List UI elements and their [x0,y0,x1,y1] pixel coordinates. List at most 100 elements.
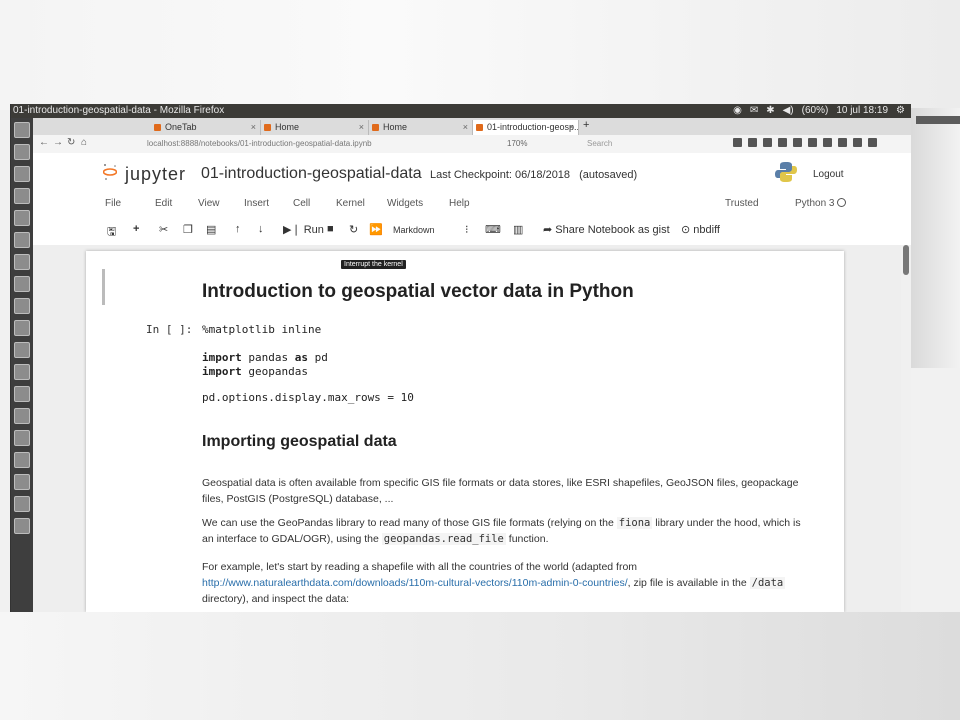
copy-icon[interactable]: ❐ [183,223,193,236]
run-button[interactable]: ▶❘ Run [283,223,324,236]
jupyter-logo-icon[interactable] [103,163,117,181]
pocket-icon[interactable] [778,138,787,147]
bluetooth-icon[interactable]: ✱ [766,104,774,118]
menu-cell[interactable]: Cell [293,198,310,209]
close-icon[interactable]: × [359,120,364,135]
firefox-window: OneTab × Home × Home × 01-introduction-g… [33,118,911,612]
scrollbar-thumb[interactable] [903,245,909,275]
mail-icon[interactable]: ✉ [750,104,758,118]
move-up-icon[interactable]: ↑ [235,223,241,235]
launcher-app-icon[interactable] [14,518,30,534]
checkpoint-text: Last Checkpoint: 06/18/2018 [430,169,571,181]
checkpoint-status: Last Checkpoint: 06/18/2018 (autosaved) [430,169,637,181]
settings-icon[interactable]: ⚙ [896,104,905,118]
menu-insert[interactable]: Insert [244,198,269,209]
launcher-app-icon[interactable] [14,386,30,402]
cut-icon[interactable]: ✂ [159,223,168,236]
move-down-icon[interactable]: ↓ [258,223,264,235]
close-icon[interactable]: × [463,120,468,135]
launcher-app-icon[interactable] [14,408,30,424]
stop-icon[interactable]: ■ [327,223,334,235]
new-tab-button[interactable]: + [583,119,589,131]
extension-icon[interactable] [838,138,847,147]
home-icon[interactable] [763,138,772,147]
tab-label: 01-introduction-geosp... [487,122,579,132]
save-icon[interactable]: 🖫 [107,223,116,242]
share-gist-button[interactable]: ➦ Share Notebook as gist [543,223,670,236]
tab-home-2[interactable]: Home × [369,120,473,135]
code-line[interactable]: import pandas as pd [202,351,328,364]
tab-notebook-active[interactable]: 01-introduction-geosp... × [473,120,579,135]
inline-code: geopandas.read_file [381,533,506,545]
paste-icon[interactable]: ▤ [206,223,216,236]
launcher-app-icon[interactable] [14,320,30,336]
logout-button[interactable]: Logout [813,169,844,180]
url-bar[interactable]: localhost:8888/notebooks/01-introduction… [143,137,487,150]
launcher-app-icon[interactable] [14,210,30,226]
code-line[interactable]: %matplotlib inline [202,323,321,336]
tab-label: Home [383,122,408,132]
launcher-app-icon[interactable] [14,298,30,314]
forward-icon[interactable]: → [53,137,63,148]
chart-icon[interactable]: ▥ [513,223,523,236]
menu-file[interactable]: File [105,198,121,209]
menu-widgets[interactable]: Widgets [387,198,423,209]
launcher-app-icon[interactable] [14,254,30,270]
notebook-name[interactable]: 01-introduction-geospatial-data [201,165,422,183]
jupyter-logo-text[interactable]: jupyter [125,164,186,185]
link[interactable]: http://www.naturalearthdata.com/download… [202,577,628,589]
launcher-app-icon[interactable] [14,144,30,160]
launcher-app-icon[interactable] [14,430,30,446]
launcher-app-icon[interactable] [14,122,30,138]
launcher-app-icon[interactable] [14,496,30,512]
autosave-status: (autosaved) [579,169,638,181]
cell-type-dropdown-icon[interactable]: ⁝ [465,223,469,236]
text-span: , zip file is available in the [627,577,750,589]
launcher-app-icon[interactable] [14,188,30,204]
launcher-app-icon[interactable] [14,452,30,468]
zoom-level[interactable]: 170% [507,137,527,150]
reload-icon[interactable]: ↻ [67,137,75,148]
selected-cell-indicator [102,269,105,305]
extension-icon[interactable] [808,138,817,147]
search-input[interactable]: Search [573,137,737,150]
home-icon[interactable]: ⌂ [81,137,87,148]
hamburger-menu-icon[interactable] [868,138,877,147]
code-token: pandas [241,351,295,364]
launcher-app-icon[interactable] [14,342,30,358]
extension-icon[interactable] [823,138,832,147]
tab-home-1[interactable]: Home × [261,120,369,135]
add-cell-icon[interactable]: + [133,223,139,235]
launcher-app-icon[interactable] [14,364,30,380]
extension-icon[interactable] [793,138,802,147]
keyboard-icon[interactable]: ⌨ [485,223,501,236]
close-icon[interactable]: × [251,120,256,135]
trusted-indicator[interactable]: Trusted [725,198,759,209]
volume-icon[interactable]: ◀) [783,104,794,118]
menu-help[interactable]: Help [449,198,470,209]
launcher-app-icon[interactable] [14,166,30,182]
page-scrollbar[interactable] [901,245,911,612]
back-icon[interactable]: ← [39,137,49,148]
menu-kernel[interactable]: Kernel [336,198,365,209]
launcher-app-icon[interactable] [14,474,30,490]
cell-type-select[interactable]: Markdown [393,225,435,235]
menu-edit[interactable]: Edit [155,198,172,209]
clock[interactable]: 10 jul 18:19 [836,104,888,118]
nbdiff-button[interactable]: ⊙ nbdiff [681,223,720,236]
tab-onetab[interactable]: OneTab × [151,120,261,135]
launcher-app-icon[interactable] [14,232,30,248]
menu-view[interactable]: View [198,198,220,209]
restart-icon[interactable]: ↻ [349,223,358,236]
launcher-app-icon[interactable] [14,276,30,292]
network-icon[interactable]: ◉ [733,104,742,118]
extension-icon[interactable] [853,138,862,147]
fast-forward-icon[interactable]: ⏩ [369,223,383,236]
kernel-indicator[interactable]: Python 3 [795,198,847,209]
code-line[interactable]: pd.options.display.max_rows = 10 [202,391,414,404]
close-icon[interactable]: × [569,120,574,135]
battery-status[interactable]: (60%) [802,104,829,118]
code-line[interactable]: import geopandas [202,365,308,378]
download-icon[interactable] [748,138,757,147]
bookmark-icon[interactable] [733,138,742,147]
